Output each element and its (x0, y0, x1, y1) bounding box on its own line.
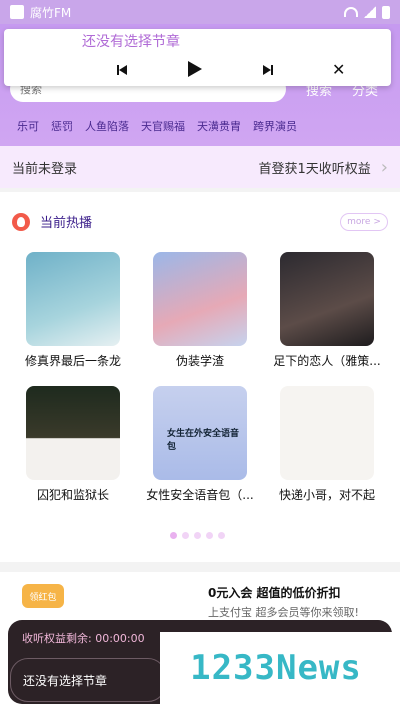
pager-dot[interactable] (206, 532, 213, 539)
login-promo: 首登获1天收听权益 (258, 161, 371, 177)
play-icon[interactable] (188, 61, 202, 77)
red-packet-badge[interactable]: 领红包 (22, 584, 64, 608)
hot-header: 当前热播 more > (12, 212, 388, 231)
fire-icon (12, 212, 30, 231)
remaining-time: 收听权益剩余: 00:00:00 (22, 632, 145, 645)
login-status: 当前未登录 (12, 161, 78, 177)
app-icon (10, 5, 24, 19)
tag-item[interactable]: 天官赐福 (141, 118, 185, 134)
close-icon[interactable]: ✕ (332, 62, 346, 78)
pager-dots (170, 532, 225, 539)
album-cover (280, 252, 374, 346)
tag-item[interactable]: 人鱼陷落 (85, 118, 129, 134)
promo-sub: 上支付宝 超多会员等你来领取! (208, 606, 359, 619)
pager-dot[interactable] (170, 532, 177, 539)
status-app-name: 腐竹FM (30, 5, 72, 20)
logo-text: 1233News (190, 648, 362, 688)
pager-dot[interactable] (194, 532, 201, 539)
tag-item[interactable]: 跨界演员 (253, 118, 297, 134)
now-playing[interactable]: 还没有选择节章 (10, 658, 166, 702)
main-content: 当前热播 more > 修真界最后一条龙 伪装学渣 足下的恋人（雅策... 囚犯… (0, 192, 400, 562)
player-title: 还没有选择节章 (82, 34, 180, 50)
wifi-icon (344, 7, 358, 17)
prev-icon[interactable] (116, 63, 130, 77)
next-icon[interactable] (260, 63, 274, 77)
mini-player: 收听权益剩余: 00:00:00 还没有选择节章 1233News (8, 620, 392, 704)
tag-item[interactable]: 天潢贵胄 (197, 118, 241, 134)
album-title: 快递小哥，对不起 (278, 488, 375, 502)
album-title: 修真界最后一条龙 (24, 354, 121, 368)
tag-list: 乐可 惩罚 人鱼陷落 天官赐福 天潢贵胄 跨界演员 (17, 118, 297, 134)
album-cover (26, 252, 120, 346)
album-title: 囚犯和监狱长 (36, 488, 109, 502)
cover-text: 女生在外安全语音包 (167, 429, 240, 452)
album-title: 足下的恋人（雅策... (273, 354, 381, 368)
promo-main: 0元入会 超值的低价折扣 (208, 586, 341, 600)
battery-icon (382, 5, 390, 19)
album-title: 女性安全语音包（... (146, 488, 254, 502)
tag-item[interactable]: 乐可 (17, 118, 39, 134)
login-bar[interactable]: 当前未登录 首登获1天收听权益 › (0, 146, 400, 188)
pager-dot[interactable] (182, 532, 189, 539)
watermark-logo: 1233News (160, 632, 392, 704)
album-cover (280, 386, 374, 480)
album-title: 伪装学渣 (175, 354, 224, 368)
album-card[interactable]: 女生在外安全语音包 女性安全语音包（... (137, 386, 263, 503)
tag-item[interactable]: 惩罚 (51, 118, 73, 134)
album-card[interactable]: 伪装学渣 (137, 252, 263, 369)
album-cover (26, 386, 120, 480)
album-cover (153, 252, 247, 346)
more-button[interactable]: more > (340, 212, 388, 231)
status-bar: 腐竹FM (0, 0, 400, 24)
chevron-right-icon: › (380, 156, 388, 178)
hot-title: 当前热播 (40, 216, 93, 231)
album-cover: 女生在外安全语音包 (153, 386, 247, 480)
signal-icon (364, 6, 376, 18)
album-card[interactable]: 修真界最后一条龙 (10, 252, 136, 369)
album-card[interactable]: 快递小哥，对不起 (264, 386, 390, 503)
pager-dot[interactable] (218, 532, 225, 539)
player-controls: ✕ (116, 61, 346, 78)
album-card[interactable]: 囚犯和监狱长 (10, 386, 136, 503)
status-indicators (344, 5, 390, 19)
floating-player: 还没有选择节章 ✕ (4, 29, 391, 86)
album-card[interactable]: 足下的恋人（雅策... (264, 252, 390, 369)
